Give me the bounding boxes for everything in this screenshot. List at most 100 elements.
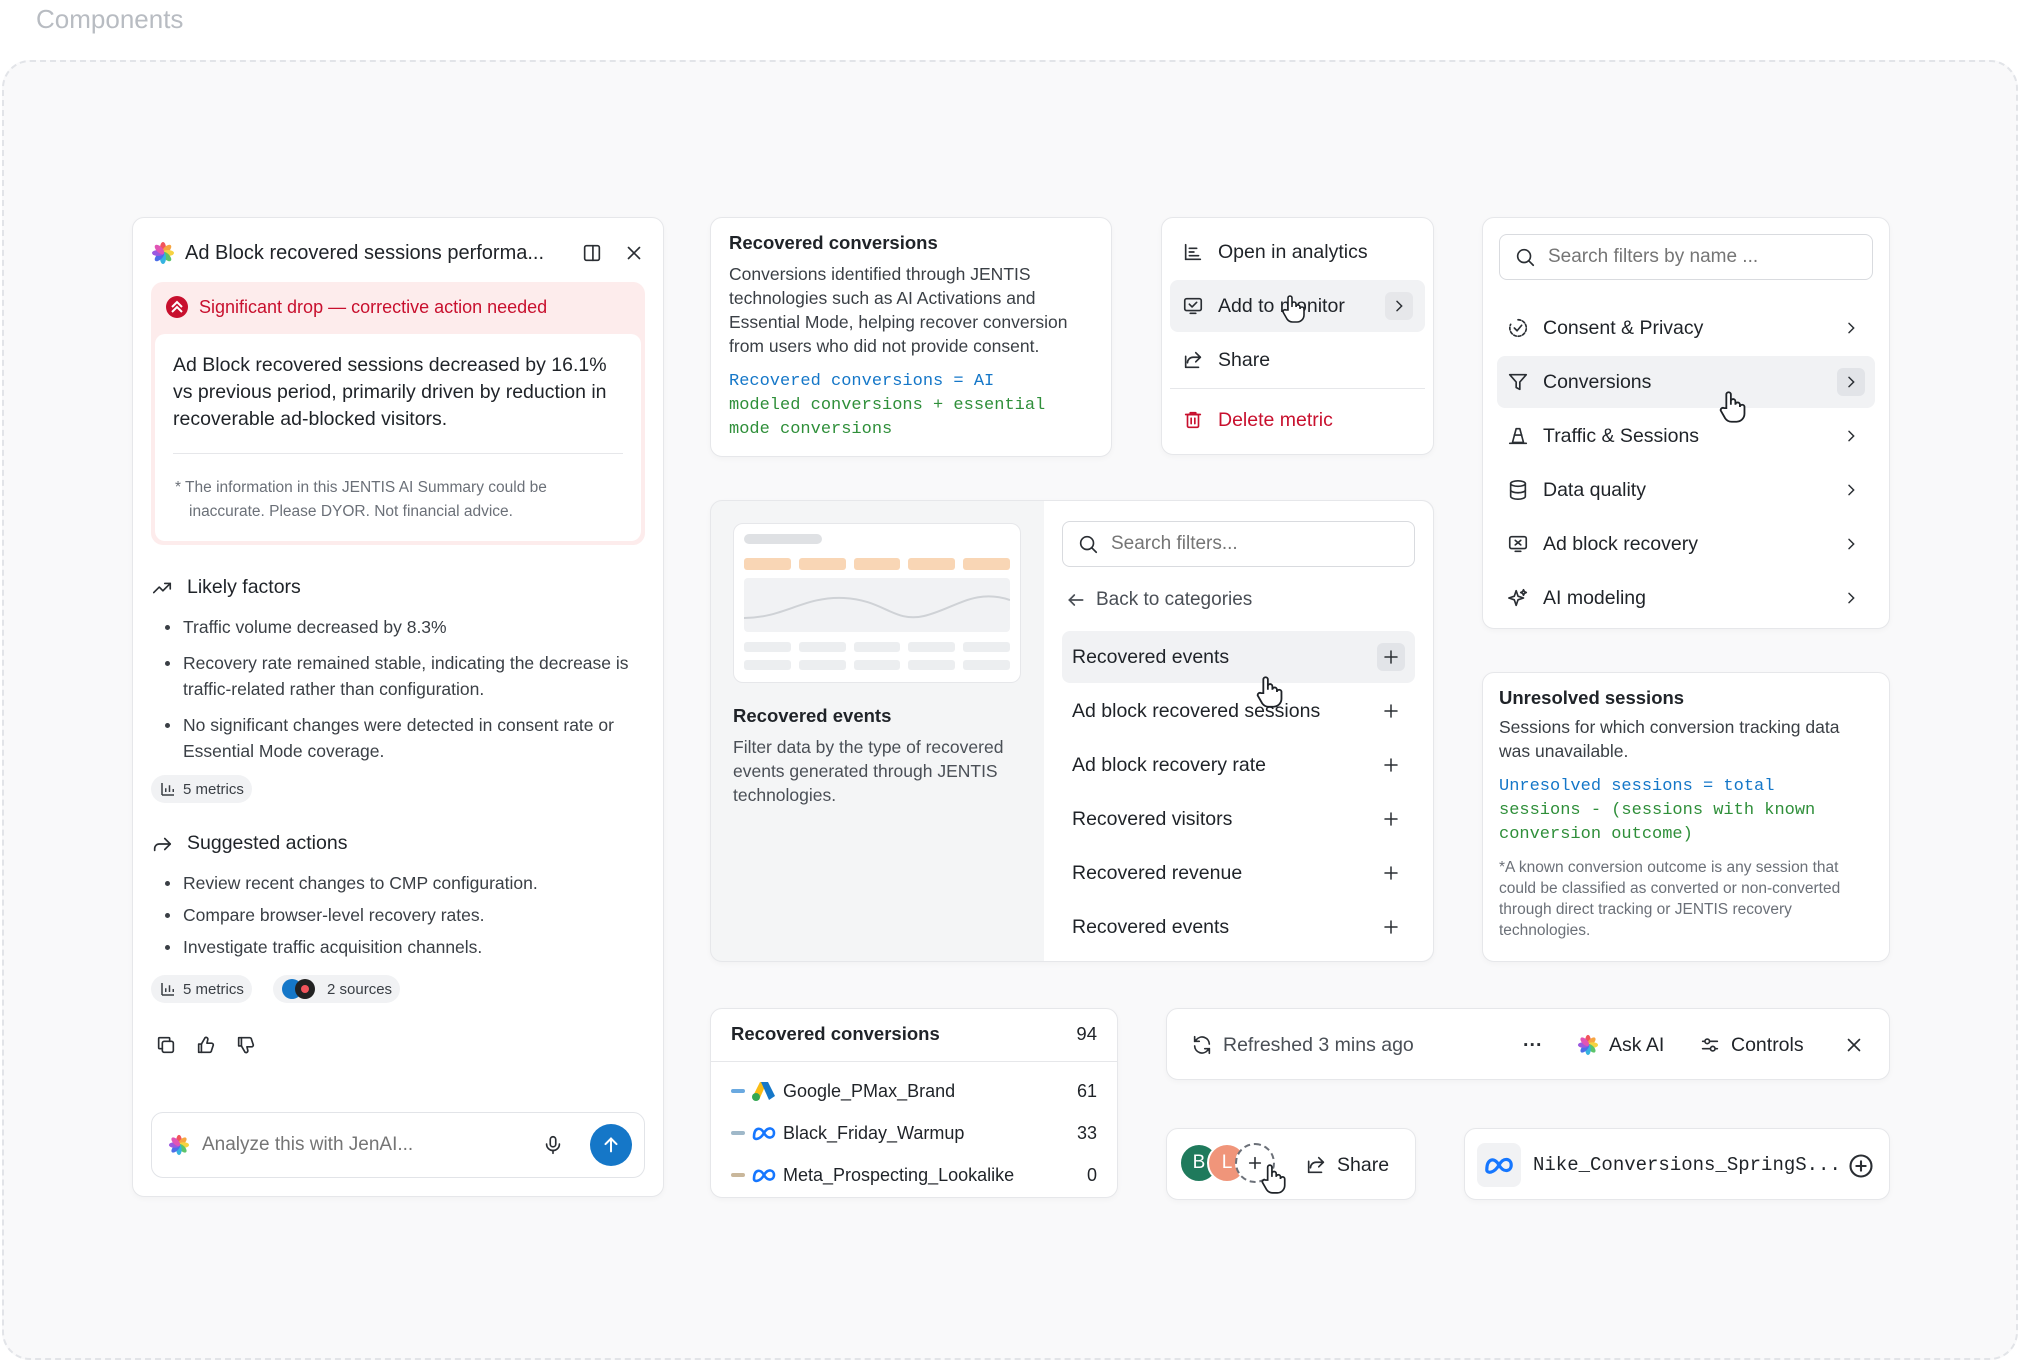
menu-item-delete-metric[interactable]: Delete metric [1170,394,1425,446]
send-button[interactable] [590,1124,632,1166]
menu-item-label: Open in analytics [1218,240,1368,263]
blocked-screen-icon [1507,533,1529,555]
metrics-chip[interactable]: 5 metrics [151,975,252,1003]
formula-line: mode conversions [729,420,893,439]
formula-line: conversion outcome) [1499,825,1693,844]
close-icon[interactable] [623,242,645,264]
table-row[interactable]: Black_Friday_Warmup 33 [731,1118,1097,1148]
controls-button[interactable]: Controls [1699,1009,1804,1081]
ask-ai-button[interactable]: Ask AI [1577,1009,1664,1081]
chevron-right-icon [1837,314,1865,342]
plus-icon[interactable] [1377,913,1405,941]
monitor-icon [1182,295,1204,317]
plus-icon[interactable] [1377,697,1405,725]
jenai-logo-icon [151,241,175,265]
tooltip-description: Sessions for which conversion tracking d… [1499,717,1840,761]
category-traffic-sessions[interactable]: Traffic & Sessions [1497,410,1875,462]
plus-icon[interactable] [1377,805,1405,833]
tooltip-title: Unresolved sessions [1499,687,1685,708]
chevron-right-icon [1837,476,1865,504]
category-label: Conversions [1543,370,1652,393]
table-title: Recovered conversions [731,1023,940,1044]
jenai-input-bar [151,1112,645,1178]
thumbs-down-icon[interactable] [235,1034,257,1056]
event-item-ad-block-rate[interactable]: Ad block recovery rate [1062,739,1415,791]
meta-icon [751,1124,777,1142]
table-row[interactable]: Meta_Prospecting_Lookalike 0 [731,1160,1097,1190]
share-button[interactable]: Share [1305,1129,1389,1201]
metrics-chip-label: 5 metrics [183,980,244,998]
share-icon [1182,349,1204,371]
category-label: Consent & Privacy [1543,316,1704,339]
filter-search-input[interactable] [1548,246,1858,268]
menu-item-label: Delete metric [1218,408,1333,431]
ai-summary-panel: Ad Block recovered sessions performa... … [132,217,664,1197]
event-item-recovered-events-2[interactable]: Recovered events [1062,901,1415,953]
copy-icon[interactable] [155,1034,177,1056]
metrics-chip[interactable]: 5 metrics [151,775,252,803]
formula-line: modeled conversions + essential [729,396,1046,415]
category-conversions[interactable]: Conversions [1497,356,1875,408]
plus-icon[interactable] [1377,751,1405,779]
more-options-label: ··· [1523,1033,1543,1056]
back-to-categories-link[interactable]: Back to categories [1066,589,1252,611]
chevron-right-icon [1837,422,1865,450]
page-title: Components [36,4,184,34]
share-bar: B L Share [1166,1128,1416,1200]
category-consent-privacy[interactable]: Consent & Privacy [1497,302,1875,354]
sparkles-icon [1507,587,1529,609]
dashboard-toolbar: Refreshed 3 mins ago ··· Ask AI Controls [1166,1008,1890,1080]
refresh-button[interactable]: Refreshed 3 mins ago [1191,1009,1414,1081]
event-label: Ad block recovery rate [1072,753,1267,776]
table-row[interactable]: Google_PMax_Brand 61 [731,1076,1097,1106]
sources-chip-label: 2 sources [327,980,393,998]
hand-cursor-icon [1259,1163,1287,1195]
divider [173,453,623,454]
event-label: Recovered visitors [1072,807,1233,830]
plus-icon[interactable] [1377,859,1405,887]
category-label: Traffic & Sessions [1543,424,1700,447]
alert-chevrons-icon [165,295,189,319]
plus-icon[interactable] [1377,643,1405,671]
add-circle-icon[interactable] [1847,1152,1875,1180]
jenai-input[interactable] [202,1134,530,1156]
event-item-recovered-revenue[interactable]: Recovered revenue [1062,847,1415,899]
microphone-icon[interactable] [542,1134,564,1156]
thumbs-up-icon[interactable] [195,1034,217,1056]
metrics-chip-label: 5 metrics [183,780,244,798]
events-preview-thumbnail [733,523,1021,683]
ai-panel-title: Ad Block recovered sessions performa... [185,241,545,264]
more-options-button[interactable]: ··· [1523,1009,1542,1081]
event-item-recovered-visitors[interactable]: Recovered visitors [1062,793,1415,845]
category-ad-block-recovery[interactable]: Ad block recovery [1497,518,1875,570]
split-view-icon[interactable] [581,242,603,264]
forward-arrow-icon [151,833,173,855]
campaign-chip[interactable]: Nike_Conversions_SpringS... [1464,1128,1890,1200]
events-search [1062,521,1415,567]
menu-item-open-analytics[interactable]: Open in analytics [1170,226,1425,278]
share-label: Share [1337,1153,1390,1176]
jenai-logo-icon [168,1134,190,1156]
google-ads-icon [751,1080,777,1102]
category-data-quality[interactable]: Data quality [1497,464,1875,516]
sources-chip[interactable]: 2 sources [273,975,401,1003]
meta-icon [1483,1154,1515,1176]
menu-item-label: Share [1218,348,1271,371]
category-ai-modeling[interactable]: AI modeling [1497,572,1875,624]
filter-categories-panel: Consent & Privacy Conversions Traffic & … [1482,217,1890,629]
event-item-ad-block-sessions[interactable]: Ad block recovered sessions [1062,685,1415,737]
chevron-right-icon[interactable] [1385,292,1413,320]
row-value: 0 [1086,1164,1097,1185]
preview-description: Filter data by the type of recovered eve… [733,737,1004,805]
event-item-recovered-events[interactable]: Recovered events [1062,631,1415,683]
likely-factors-title: Likely factors [187,576,301,598]
menu-item-share[interactable]: Share [1170,334,1425,386]
context-menu: Open in analytics Add to monitor Share D… [1161,217,1434,455]
close-icon[interactable] [1843,1034,1865,1056]
tooltip-description: Conversions identified through JENTIS te… [729,264,1068,356]
trash-icon [1182,409,1204,431]
actions-list: Review recent changes to CMP configurati… [163,870,643,970]
back-label: Back to categories [1096,589,1253,610]
events-search-input[interactable] [1111,533,1400,555]
meta-icon [751,1166,777,1184]
